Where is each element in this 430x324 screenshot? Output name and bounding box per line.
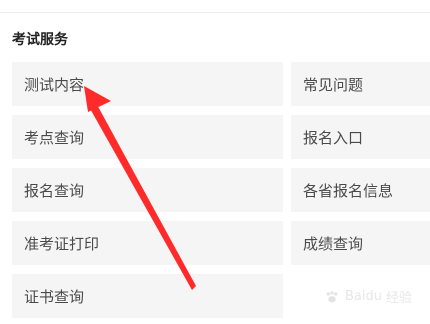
service-label: 常见问题 xyxy=(303,75,364,94)
watermark-brand: Baidu xyxy=(344,289,382,304)
service-label: 各省报名信息 xyxy=(303,181,394,200)
service-label: 报名入口 xyxy=(303,128,364,147)
section-title: 考试服务 xyxy=(12,32,68,48)
service-tile-test-content[interactable]: 测试内容 xyxy=(12,62,283,106)
paw-icon xyxy=(326,290,338,302)
service-tile-provincial-registration-info[interactable]: 各省报名信息 xyxy=(291,168,430,212)
service-tile-exam-site-lookup[interactable]: 考点查询 xyxy=(12,115,283,159)
service-tile-registration-lookup[interactable]: 报名查询 xyxy=(12,168,283,212)
baidu-jingyan-watermark: Baidu 经验 xyxy=(323,287,412,306)
service-tile-registration-entry[interactable]: 报名入口 xyxy=(291,115,430,159)
service-label: 测试内容 xyxy=(24,75,85,94)
service-label: 准考证打印 xyxy=(24,234,100,253)
service-label: 报名查询 xyxy=(24,181,85,200)
service-tile-score-lookup[interactable]: 成绩查询 xyxy=(291,221,430,265)
watermark-text: 经验 xyxy=(385,291,412,306)
service-tile-certificate-lookup[interactable]: 证书查询 xyxy=(12,274,283,318)
service-label: 成绩查询 xyxy=(303,234,364,253)
service-tile-admission-ticket-print[interactable]: 准考证打印 xyxy=(12,221,283,265)
service-label: 考点查询 xyxy=(24,128,85,147)
service-label: 证书查询 xyxy=(24,287,85,306)
service-tile-faq[interactable]: 常见问题 xyxy=(291,62,430,106)
top-divider xyxy=(0,12,430,13)
